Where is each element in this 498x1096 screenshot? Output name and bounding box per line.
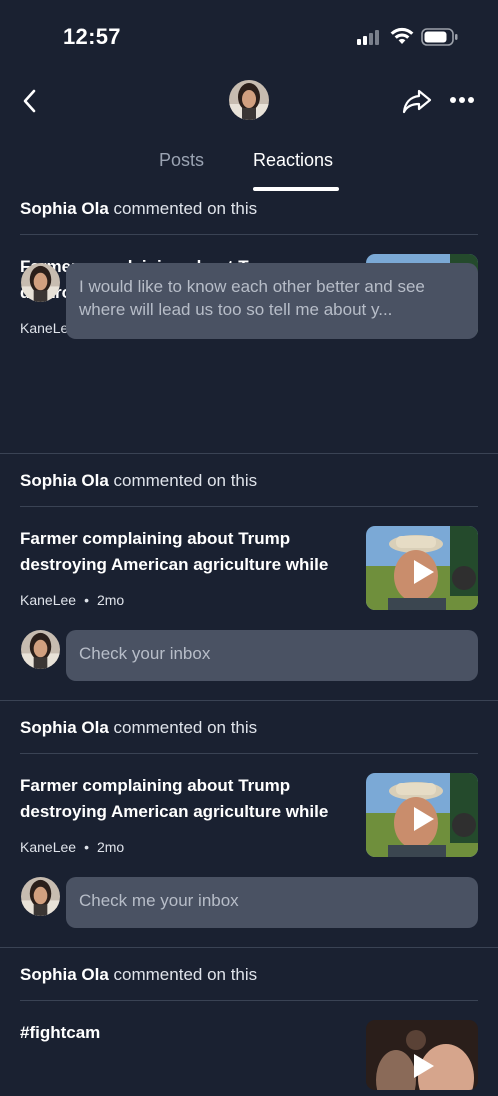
reaction-header: Sophia Ola commented on this (0, 454, 498, 494)
reaction-action: commented on this (113, 199, 258, 218)
post-title[interactable]: Farmer complaining about Trump destroyin… (20, 773, 356, 825)
reaction-card: Sophia Ola commented on this Farmer comp… (0, 194, 498, 454)
cellular-signal-icon (357, 30, 379, 45)
status-bar: 12:57 (0, 0, 498, 72)
comment-row: I would like to know each other better a… (0, 263, 498, 363)
video-thumbnail[interactable] (366, 773, 478, 857)
battery-icon (421, 28, 458, 46)
active-tab-indicator (253, 187, 339, 191)
commenter-name[interactable]: Sophia Ola (20, 965, 109, 984)
comment-bubble[interactable]: Check your inbox (66, 630, 478, 681)
post-age: 2mo (96, 839, 125, 855)
commenter-name[interactable]: Sophia Ola (20, 199, 109, 218)
more-options-icon[interactable] (449, 96, 475, 104)
reactions-feed: Sophia Ola commented on this Farmer comp… (0, 194, 498, 1090)
back-chevron-icon[interactable] (18, 86, 44, 116)
tab-posts[interactable]: Posts (159, 150, 204, 171)
commenter-avatar[interactable] (21, 630, 60, 669)
share-icon[interactable] (401, 86, 433, 116)
tab-bar: Posts Reactions (0, 138, 498, 194)
reaction-action: commented on this (113, 718, 258, 737)
comment-bubble[interactable]: I would like to know each other better a… (66, 263, 478, 339)
post-preview[interactable]: Farmer complaining about Trump destroyin… (0, 506, 498, 610)
post-title[interactable]: Farmer complaining about Trump destroyin… (20, 526, 356, 578)
reaction-action: commented on this (113, 471, 258, 490)
post-preview[interactable]: Farmer complaining about Trump destroyin… (0, 753, 498, 857)
post-author[interactable]: KaneLee (20, 839, 76, 855)
commenter-name[interactable]: Sophia Ola (20, 471, 109, 490)
reaction-header: Sophia Ola commented on this (0, 194, 498, 234)
comment-bubble[interactable]: Check me your inbox (66, 877, 478, 928)
top-navigation-bar (0, 72, 498, 130)
wifi-icon (390, 27, 414, 44)
reaction-header: Sophia Ola commented on this (0, 948, 498, 988)
status-time: 12:57 (63, 24, 121, 49)
commenter-name[interactable]: Sophia Ola (20, 718, 109, 737)
reaction-card: Sophia Ola commented on this #fightcam (0, 948, 498, 1090)
post-meta: KaneLee•2mo (20, 592, 125, 608)
tab-reactions[interactable]: Reactions (253, 150, 333, 171)
post-author[interactable]: KaneLee (20, 592, 76, 608)
post-age: 2mo (96, 592, 125, 608)
reaction-card: Sophia Ola commented on this Farmer comp… (0, 454, 498, 701)
profile-avatar[interactable] (229, 80, 269, 120)
commenter-avatar[interactable] (21, 263, 60, 302)
reaction-header: Sophia Ola commented on this (0, 701, 498, 741)
post-meta: KaneLee•2mo (20, 839, 125, 855)
reaction-action: commented on this (113, 965, 258, 984)
video-thumbnail[interactable] (366, 526, 478, 610)
commenter-avatar[interactable] (21, 877, 60, 916)
post-title[interactable]: #fightcam (20, 1020, 356, 1046)
reaction-card: Sophia Ola commented on this Farmer comp… (0, 701, 498, 948)
post-preview[interactable]: #fightcam (0, 1000, 498, 1096)
